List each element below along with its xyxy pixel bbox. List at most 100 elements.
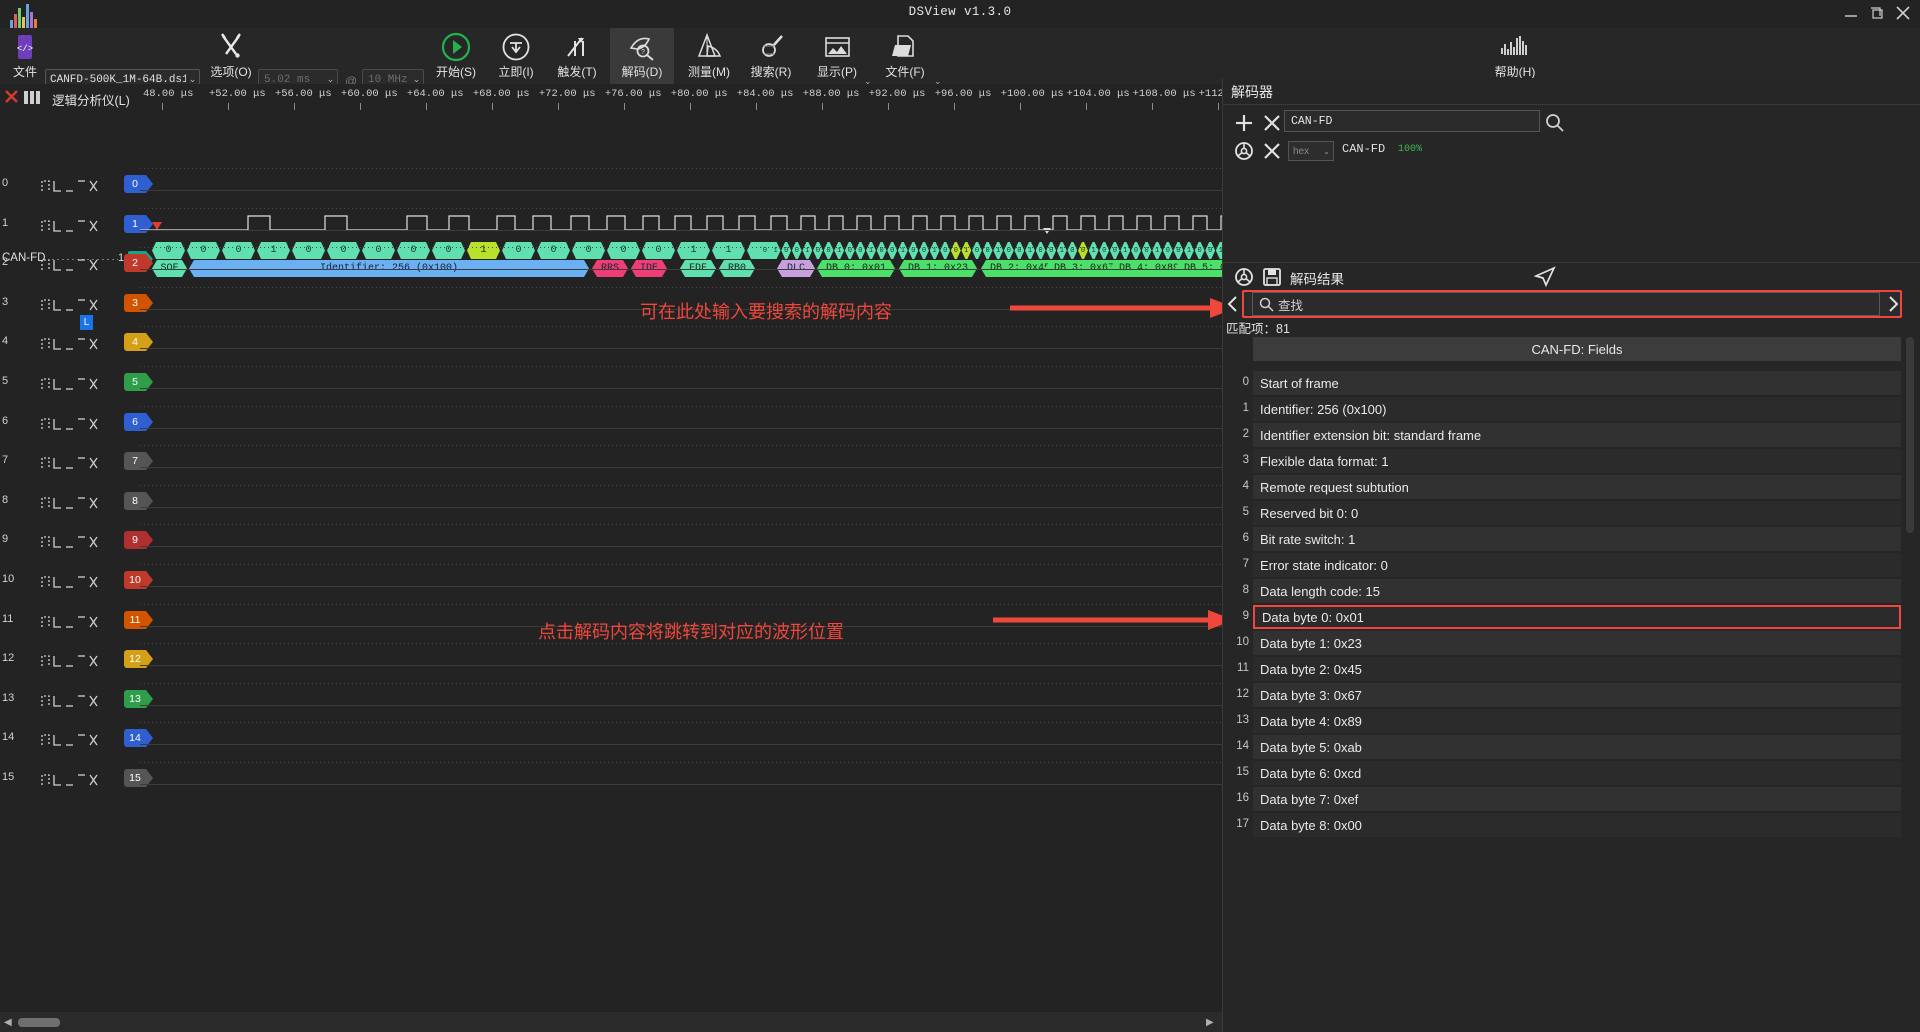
channel-row-6[interactable]: 66: [0, 410, 153, 436]
decoder-bit[interactable]: 1: [257, 242, 290, 259]
decoder-bit[interactable]: 0: [824, 242, 834, 259]
result-row[interactable]: Bit rate switch: 1: [1253, 527, 1901, 551]
decoder-bit[interactable]: 1: [1152, 242, 1162, 259]
decoder-bit[interactable]: 0: [781, 242, 791, 259]
decoder-bit[interactable]: 0: [1131, 242, 1141, 259]
toolbar-options-button[interactable]: 选项(O): [200, 28, 262, 84]
channel-edge-icon[interactable]: [40, 373, 100, 393]
decoder-bit[interactable]: 0: [1014, 242, 1024, 259]
time-ruler[interactable]: 48.00 μs +52.00 μs +56.00 μs +60.00 μs +64.0…: [140, 84, 1222, 110]
toolbar-measure-button[interactable]: 测量(M): [678, 28, 740, 84]
decoder-bit[interactable]: 0: [537, 242, 570, 259]
channel-edge-icon[interactable]: [40, 333, 100, 353]
decoder-bit[interactable]: 0: [187, 242, 220, 259]
decoder-bit[interactable]: 1: [866, 242, 876, 259]
result-row[interactable]: Data byte 0: 0x01: [1253, 605, 1901, 629]
decoder-bit[interactable]: 0: [397, 242, 430, 259]
channel-edge-icon[interactable]: [40, 769, 100, 789]
scroll-left-icon[interactable]: ◀: [4, 1017, 12, 1028]
decoder-bit[interactable]: 0: [607, 242, 640, 259]
decoder-bit[interactable]: 0: [502, 242, 535, 259]
result-row[interactable]: Data byte 7: 0xef: [1253, 787, 1901, 811]
decoder-bit[interactable]: 0: [432, 242, 465, 259]
channel-edge-icon[interactable]: [40, 650, 100, 670]
channel-row-14[interactable]: 14 14: [0, 726, 153, 752]
scroll-thumb[interactable]: [18, 1018, 60, 1027]
decoder-delete-button[interactable]: [1259, 138, 1285, 164]
decoder-bit[interactable]: 0: [1142, 242, 1152, 259]
add-decoder-button[interactable]: [1231, 110, 1257, 136]
decoder-bit[interactable]: 1: [467, 242, 500, 259]
decoder-bit[interactable]: 0: [222, 242, 255, 259]
decoder-bit[interactable]: 0: [327, 242, 360, 259]
channel-row-15[interactable]: 15 15: [0, 766, 153, 792]
channel-edge-icon[interactable]: [40, 294, 100, 314]
toolbar-help-button[interactable]: 帮助(H): [1484, 28, 1546, 84]
channel-row-0[interactable]: 00: [0, 172, 153, 198]
decoder-bit[interactable]: 0: [908, 242, 918, 259]
decoder-bit[interactable]: 0: [877, 242, 887, 259]
toolbar-start-button[interactable]: 开始(S): [425, 28, 487, 84]
export-results-button[interactable]: [1259, 264, 1285, 290]
decoder-bit[interactable]: 0: [1099, 242, 1109, 259]
decoder-bit[interactable]: 0: [1173, 242, 1183, 259]
decoder-bit[interactable]: 0: [1036, 242, 1046, 259]
decoder-bit[interactable]: 0: [1205, 242, 1215, 259]
decoder-bit[interactable]: 0: [362, 242, 395, 259]
result-row[interactable]: Identifier extension bit: standard frame: [1253, 423, 1901, 447]
decoder-bit[interactable]: 0: [887, 242, 897, 259]
decoder-bit[interactable]: 1: [1025, 242, 1035, 259]
result-row[interactable]: Data length code: 15: [1253, 579, 1901, 603]
decoder-bit[interactable]: 1: [1089, 242, 1099, 259]
toolbar-file-button[interactable]: </> 文件: [6, 28, 44, 84]
result-row[interactable]: Start of frame: [1253, 371, 1901, 395]
decoder-settings-button[interactable]: [1231, 138, 1257, 164]
maximize-icon[interactable]: [1868, 4, 1886, 22]
result-row[interactable]: Remote request subtution: [1253, 475, 1901, 499]
close-icon[interactable]: [1894, 4, 1912, 22]
decoder-bit[interactable]: 0: [983, 242, 993, 259]
channel-edge-icon[interactable]: [40, 413, 100, 433]
channel-edge-icon[interactable]: [40, 215, 100, 235]
decoder-search-icon[interactable]: [1542, 110, 1568, 136]
decoder-bit[interactable]: 0: [845, 242, 855, 259]
decoder-bit[interactable]: 0: [572, 242, 605, 259]
channel-edge-icon[interactable]: [40, 175, 100, 195]
decoder-bit[interactable]: 0: [1046, 242, 1056, 259]
decoder-bit[interactable]: 0: [642, 242, 675, 259]
channel-edge-icon[interactable]: [40, 254, 100, 274]
format-combo[interactable]: hex ⌄: [1288, 141, 1334, 161]
result-row[interactable]: Flexible data format: 1: [1253, 449, 1901, 473]
results-settings-button[interactable]: [1231, 264, 1257, 290]
channel-row-4[interactable]: 44: [0, 330, 153, 356]
result-row[interactable]: Data byte 1: 0x23: [1253, 631, 1901, 655]
channel-row-2[interactable]: 22: [0, 251, 153, 277]
decoder-bit[interactable]: 0: [1004, 242, 1014, 259]
result-row[interactable]: Data byte 6: 0xcd: [1253, 761, 1901, 785]
scroll-right-icon[interactable]: ▶: [1206, 1017, 1214, 1028]
decoder-bit[interactable]: 1: [1120, 242, 1130, 259]
channel-row-8[interactable]: 88: [0, 489, 153, 515]
result-row[interactable]: Error state indicator: 0: [1253, 553, 1901, 577]
next-match-button[interactable]: [1884, 292, 1902, 316]
channel-edge-icon[interactable]: [40, 611, 100, 631]
channel-row-7[interactable]: 77: [0, 449, 153, 475]
channel-row-9[interactable]: 99: [0, 528, 153, 554]
decoder-bit[interactable]: 0: [1078, 242, 1088, 259]
cursor-marker[interactable]: L: [80, 315, 93, 330]
channel-row-5[interactable]: 55: [0, 370, 153, 396]
results-scrollbar[interactable]: [1906, 337, 1914, 533]
decode-search-input[interactable]: 查找: [1252, 292, 1880, 316]
channel-edge-icon[interactable]: [40, 571, 100, 591]
toolbar-filemenu-button[interactable]: 文件(F): [874, 28, 936, 84]
decoder-bit[interactable]: 0: [792, 242, 802, 259]
toolbar-search-button[interactable]: 搜索(R): [742, 28, 800, 84]
result-row[interactable]: Data byte 2: 0x45: [1253, 657, 1901, 681]
channel-edge-icon[interactable]: [40, 492, 100, 512]
decoder-bit[interactable]: 0: [919, 242, 929, 259]
result-row[interactable]: Identifier: 256 (0x100): [1253, 397, 1901, 421]
decoder-bit[interactable]: 1: [930, 242, 940, 259]
decoder-bit[interactable]: 1: [712, 242, 745, 259]
toolbar-decode-button[interactable]: ? 解码(D): [610, 28, 674, 84]
minimize-icon[interactable]: [1842, 4, 1860, 22]
